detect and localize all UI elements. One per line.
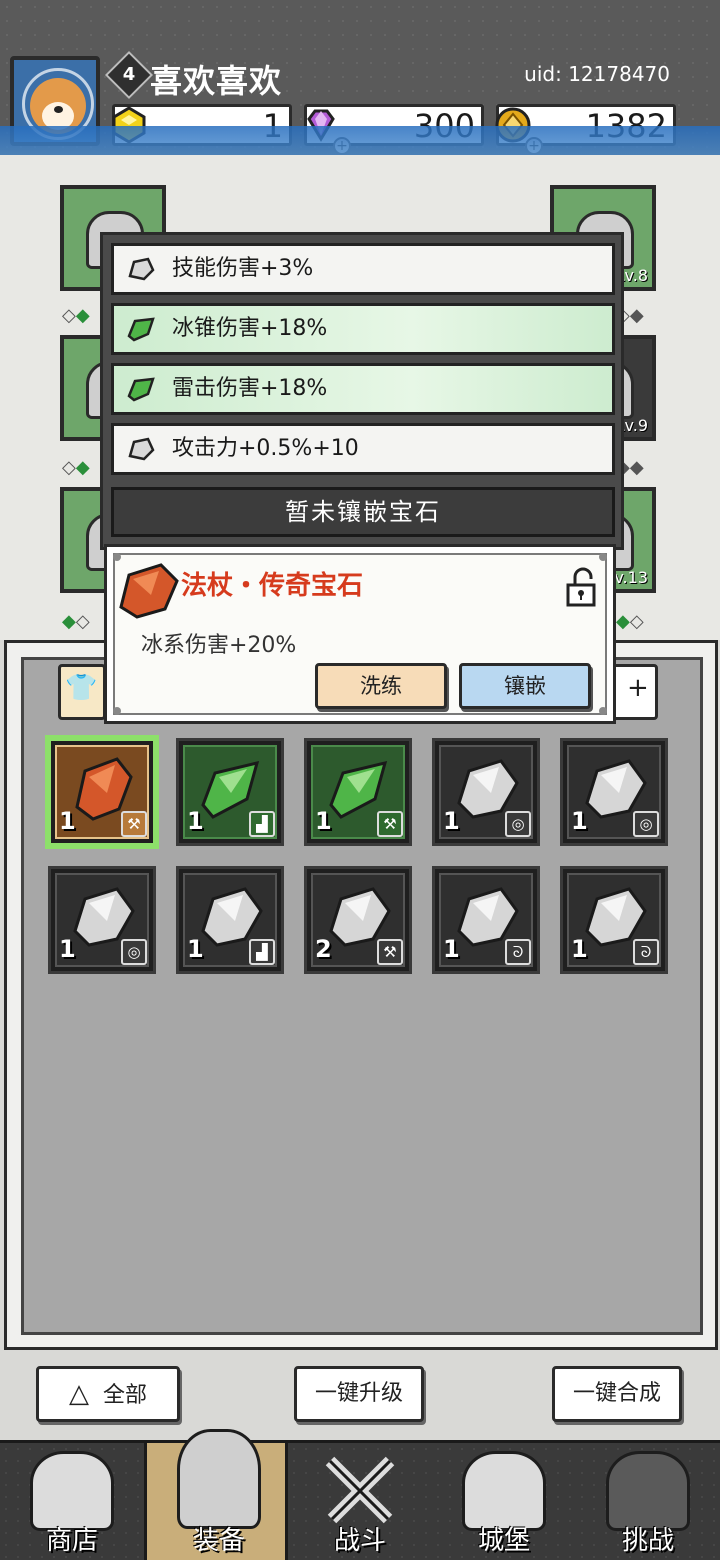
gem-item[interactable]: 1 ◎ xyxy=(560,738,668,846)
player-level: 4 xyxy=(122,64,136,85)
player-name: 喜欢喜欢 xyxy=(150,62,283,100)
socket-indicators: ◇◆ xyxy=(62,457,90,478)
gem-count: 1 xyxy=(443,935,460,963)
gem-count: 1 xyxy=(315,807,332,835)
castle-icon xyxy=(462,1451,546,1531)
nav-castle[interactable]: 城堡 xyxy=(432,1443,576,1560)
nav-equipment[interactable]: 装备 xyxy=(144,1429,288,1560)
staff-slot-icon: ⚒ xyxy=(377,939,403,965)
socket-indicators: ◆◇ xyxy=(62,611,90,632)
necklace-slot-icon: ᘐ xyxy=(633,939,659,965)
affix-row: 技能伤害+3% xyxy=(111,243,615,295)
affix-row: 雷击伤害+18% xyxy=(111,363,615,415)
plus-icon: + xyxy=(627,673,649,703)
legendary-gem-icon xyxy=(119,563,179,619)
socket-indicators: ◇◆ xyxy=(62,305,90,326)
nav-label: 挑战 xyxy=(621,1526,674,1556)
socket-indicators: ◆◇ xyxy=(616,611,644,632)
backpack-icon xyxy=(177,1429,261,1529)
gem-item[interactable]: 1 ◎ xyxy=(48,866,156,974)
refine-button[interactable]: 洗练 xyxy=(315,663,447,709)
gray-gem-icon xyxy=(128,437,155,461)
gem-count: 1 xyxy=(59,807,76,835)
nav-label: 装备 xyxy=(192,1526,245,1556)
filter-tab-armor[interactable]: 👕 xyxy=(58,664,106,720)
ring-slot-icon: ◎ xyxy=(121,939,147,965)
affix-text: 攻击力+0.5%+10 xyxy=(172,436,359,461)
nav-label: 商店 xyxy=(45,1526,98,1556)
gem-count: 1 xyxy=(187,807,204,835)
staff-slot-icon: ⚒ xyxy=(121,811,147,837)
no-gem-socket[interactable]: 暂未镶嵌宝石 xyxy=(111,487,615,537)
affix-text: 技能伤害+3% xyxy=(172,256,314,281)
gem-item[interactable]: 1 ⚒ xyxy=(304,738,412,846)
necklace-slot-icon: ᘐ xyxy=(505,939,531,965)
green-gem-icon xyxy=(127,377,155,402)
crossed-swords-icon xyxy=(325,1456,395,1524)
boots-slot-icon: ▟ xyxy=(249,811,275,837)
merge-all-button[interactable]: 一键合成 xyxy=(552,1366,682,1422)
gem-item[interactable]: 1 ▟ xyxy=(176,866,284,974)
gem-count: 1 xyxy=(59,935,76,963)
boots-slot-icon: ▟ xyxy=(249,939,275,965)
embed-button[interactable]: 镶嵌 xyxy=(459,663,591,709)
player-uid: uid: 12178470 xyxy=(524,62,670,86)
filter-tab-right[interactable]: + xyxy=(612,664,658,720)
affix-text: 冰锥伤害+18% xyxy=(172,316,328,341)
nav-shop[interactable]: 商店 xyxy=(0,1443,144,1560)
filter-all-label: 全部 xyxy=(102,1383,147,1408)
gem-title: 法杖・传奇宝石 xyxy=(181,571,364,601)
gem-count: 1 xyxy=(187,935,204,963)
gem-stat: 冰系伤害+20% xyxy=(141,633,297,658)
shirt-icon: 👕 xyxy=(65,673,98,703)
affix-row: 攻击力+0.5%+10 xyxy=(111,423,615,475)
nav-challenge[interactable]: 挑战 xyxy=(576,1443,720,1560)
affix-row: 冰锥伤害+18% xyxy=(111,303,615,355)
gem-count: 1 xyxy=(571,935,588,963)
gem-item[interactable]: 1 ▟ xyxy=(176,738,284,846)
affix-text: 雷击伤害+18% xyxy=(172,376,328,401)
nav-label: 城堡 xyxy=(477,1526,530,1556)
filter-all-button[interactable]: △ 全部 xyxy=(36,1366,180,1422)
ring-slot-icon: ◎ xyxy=(633,811,659,837)
nav-battle[interactable]: 战斗 xyxy=(288,1443,432,1560)
gem-detail-popup: 法杖・传奇宝石 冰系伤害+20% 洗练 镶嵌 xyxy=(104,544,616,724)
shop-icon xyxy=(30,1451,114,1531)
gem-count: 2 xyxy=(315,935,332,963)
green-gem-icon xyxy=(127,317,155,342)
locked-shield-icon xyxy=(606,1451,690,1531)
gem-count: 1 xyxy=(443,807,460,835)
gem-item[interactable]: 1 ◎ xyxy=(432,738,540,846)
bottom-nav: 商店 装备 战斗 城堡 挑战 xyxy=(0,1429,720,1560)
gray-gem-icon xyxy=(128,257,155,281)
gem-item[interactable]: 1 ⚒ xyxy=(48,738,156,846)
equipment-affix-panel: 技能伤害+3% 冰锥伤害+18% 雷击伤害+18% 攻击力+0.5%+10 暂未… xyxy=(100,232,624,550)
upgrade-all-button[interactable]: 一键升级 xyxy=(294,1366,424,1422)
gem-item[interactable]: 1 ᘐ xyxy=(560,866,668,974)
nav-label: 战斗 xyxy=(333,1526,386,1556)
ring-slot-icon: ◎ xyxy=(505,811,531,837)
gem-item[interactable]: 1 ᘐ xyxy=(432,866,540,974)
player-level-badge: 4 xyxy=(104,50,154,100)
staff-slot-icon: ⚒ xyxy=(377,811,403,837)
unlock-icon[interactable] xyxy=(565,567,599,607)
triangle-up-icon: △ xyxy=(68,1379,89,1409)
gem-item[interactable]: 2 ⚒ xyxy=(304,866,412,974)
gem-count: 1 xyxy=(571,807,588,835)
